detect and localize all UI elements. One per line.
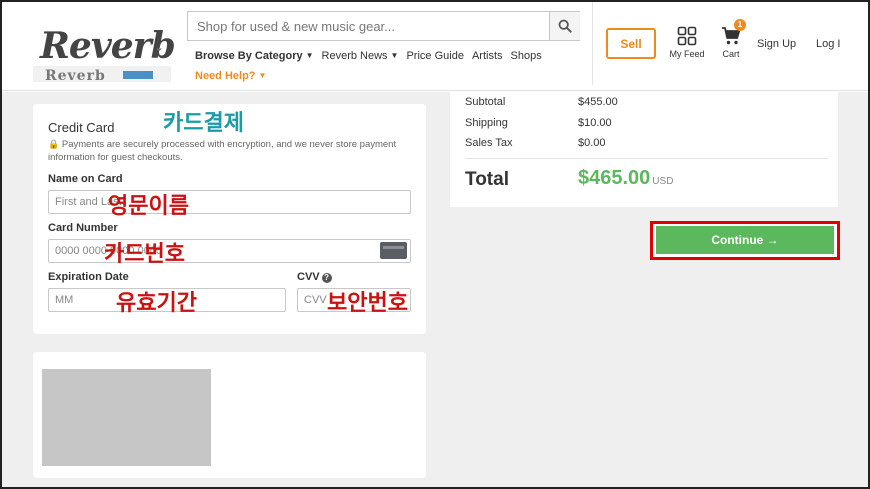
nav-label: Browse By Category	[195, 50, 303, 62]
logo-ghost-strip: Reverb	[33, 66, 171, 84]
caret-down-icon: ▼	[258, 71, 267, 80]
card-number-field[interactable]	[48, 239, 411, 263]
sales-tax-value: $0.00	[578, 137, 606, 149]
question-icon[interactable]: ?	[321, 273, 332, 283]
need-help-label: Need Help?	[195, 70, 256, 82]
continue-button[interactable]: Continue →	[656, 226, 834, 254]
placeholder-image	[42, 369, 211, 466]
search-bar	[187, 11, 580, 41]
my-feed-label: My Feed	[669, 49, 705, 59]
cvv-label-text: CVV	[297, 271, 320, 283]
sell-button[interactable]: Sell	[606, 28, 656, 59]
logo-ghost-bar	[123, 71, 153, 79]
cvv-label: CVV?	[297, 271, 332, 283]
search-input[interactable]	[188, 12, 548, 40]
annotation-card-payment: 카드결제	[163, 111, 244, 136]
annotation-security-code: 보안번호	[327, 291, 408, 316]
total-label: Total	[465, 169, 509, 190]
nav-artists[interactable]: Artists	[472, 50, 503, 62]
search-button[interactable]	[549, 12, 580, 40]
annotation-card-number: 카드번호	[104, 242, 185, 267]
sign-up-link[interactable]: Sign Up	[757, 38, 796, 50]
annotation-expiry: 유효기간	[116, 291, 197, 316]
cart-link[interactable]: 1 Cart	[718, 19, 746, 59]
annotation-english-name: 영문이름	[108, 194, 189, 219]
nav-shops[interactable]: Shops	[511, 50, 542, 62]
card-number-label: Card Number	[48, 222, 118, 234]
credit-card-title: Credit Card	[48, 120, 115, 135]
nav-label: Reverb News	[321, 50, 388, 62]
caret-down-icon: ▼	[305, 51, 314, 60]
sales-tax-label: Sales Tax	[465, 137, 513, 149]
logo-ghost-text: Reverb	[45, 68, 106, 84]
need-help-menu[interactable]: Need Help? ▼	[195, 70, 266, 82]
credit-card-icon	[380, 242, 407, 259]
subtotal-value: $455.00	[578, 96, 618, 108]
site-header: Reverb ⌄ Reverb Browse By Category▼ Reve…	[0, 0, 870, 91]
total-value: $465.00 USD	[578, 167, 673, 190]
lock-icon: 🔒	[48, 139, 60, 149]
cart-label: Cart	[722, 49, 740, 59]
shipping-label: Shipping	[465, 117, 508, 129]
chevron-down-icon[interactable]: ⌄	[154, 40, 164, 54]
search-icon	[558, 19, 572, 33]
order-summary: Subtotal $455.00 Shipping $10.00 Sales T…	[450, 92, 838, 207]
expiration-date-label: Expiration Date	[48, 271, 129, 283]
category-nav: Browse By Category ▼ Reverb News ▼ Price G…	[195, 50, 550, 62]
header-divider	[592, 0, 593, 85]
my-feed-link[interactable]: My Feed	[668, 26, 706, 59]
summary-divider	[465, 158, 828, 159]
grid-icon	[677, 26, 697, 46]
name-on-card-label: Name on Card	[48, 173, 123, 185]
shipping-value: $10.00	[578, 117, 612, 129]
nav-reverb-news[interactable]: Reverb News ▼	[322, 50, 399, 62]
name-on-card-field[interactable]	[48, 190, 411, 214]
total-amount: $465.00	[578, 167, 651, 189]
caret-down-icon: ▼	[390, 51, 399, 60]
security-note-text: Payments are securely processed with enc…	[48, 139, 397, 163]
total-currency: USD	[652, 176, 674, 187]
cart-count-badge: 1	[734, 19, 746, 31]
log-in-link[interactable]: Log I	[816, 38, 840, 50]
nav-browse-by-category[interactable]: Browse By Category ▼	[195, 50, 314, 62]
security-note: 🔒 Payments are securely processed with e…	[48, 138, 398, 164]
subtotal-label: Subtotal	[465, 96, 506, 108]
nav-price-guide[interactable]: Price Guide	[406, 50, 463, 62]
